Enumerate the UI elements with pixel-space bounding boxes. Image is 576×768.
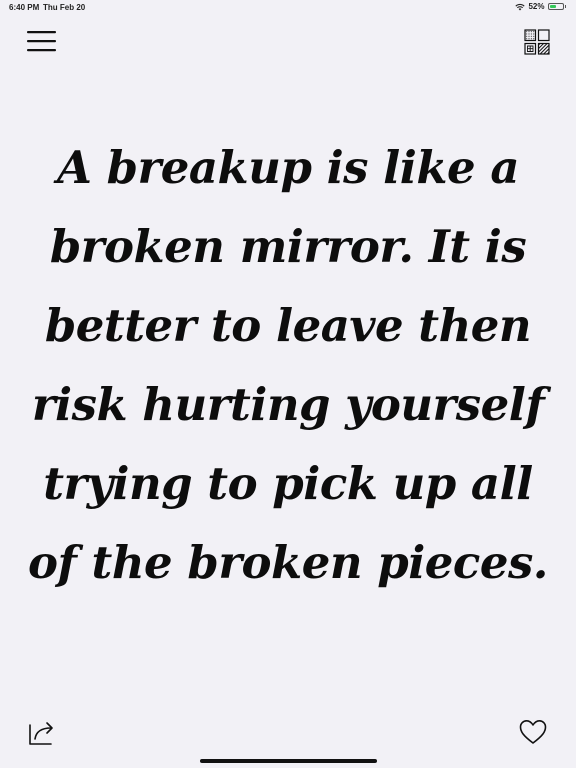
heart-icon	[519, 720, 547, 744]
status-indicators: 52%	[515, 2, 566, 11]
apps-button[interactable]	[523, 28, 551, 56]
status-bar: 6:40 PM Thu Feb 20 52%	[0, 0, 576, 14]
hamburger-menu-icon	[27, 31, 56, 52]
grid-apps-icon	[524, 29, 550, 55]
wifi-icon	[515, 3, 526, 10]
home-indicator[interactable]	[200, 759, 377, 763]
share-button[interactable]	[27, 717, 57, 747]
menu-button[interactable]	[27, 29, 57, 53]
battery-fill	[549, 5, 556, 8]
quote-line: risk hurting yourself	[31, 378, 545, 431]
quote-text: A breakup is like a broken mirror. It is…	[10, 128, 566, 602]
quote-line: of the broken pieces.	[28, 536, 548, 589]
battery-cap	[564, 5, 566, 8]
quote-line: broken mirror. It is	[49, 220, 527, 273]
battery-percent: 52%	[528, 2, 545, 11]
favorite-button[interactable]	[518, 718, 548, 746]
quote-line: trying to pick up all	[43, 457, 533, 510]
share-icon	[29, 722, 53, 745]
status-date: Thu Feb 20	[43, 3, 86, 12]
quote-line: better to leave then	[44, 299, 532, 352]
status-time: 6:40 PM	[9, 3, 40, 12]
battery-icon	[547, 3, 564, 10]
quote-line: A breakup is like a	[57, 141, 520, 194]
